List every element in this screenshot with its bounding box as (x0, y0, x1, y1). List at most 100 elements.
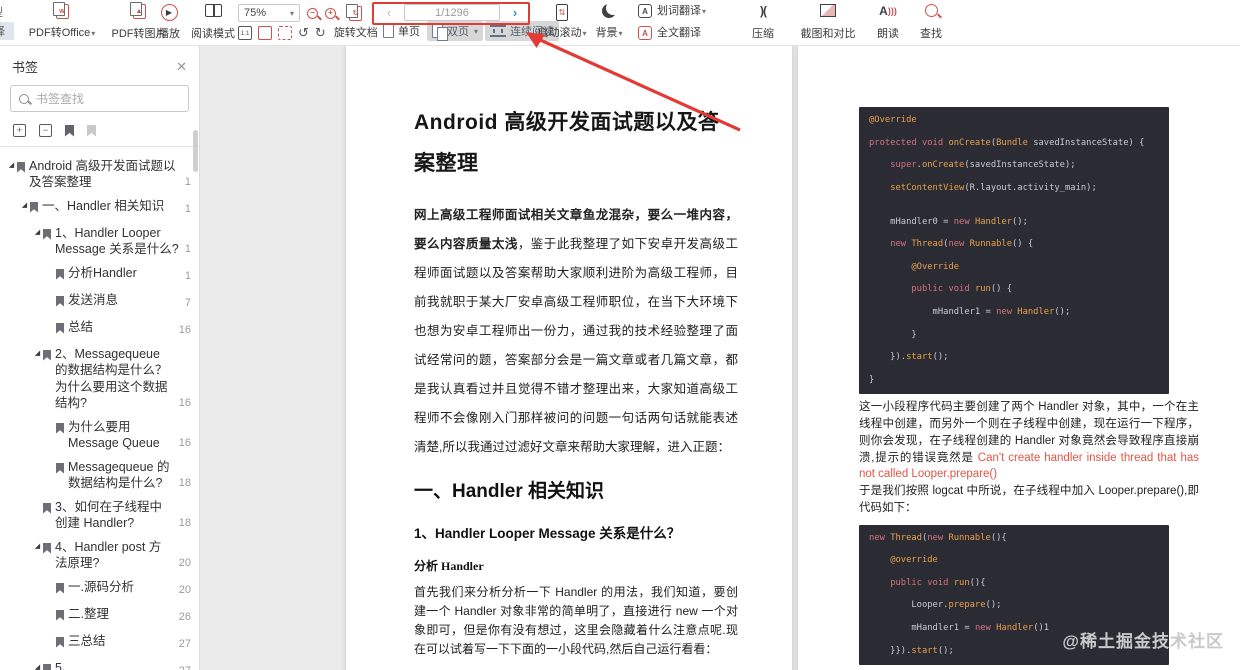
chevron-down-icon: ▾ (289, 8, 294, 18)
rotate-ccw-icon[interactable]: ↺ (298, 26, 309, 40)
collapse-all-icon[interactable]: − (39, 124, 52, 137)
chevron-down-icon: ▾ (91, 29, 96, 38)
play-button[interactable]: ▶ 播放 (150, 0, 188, 44)
tree-expand-icon[interactable]: ◢ (32, 346, 43, 361)
bookmark-page-number: 26 (178, 611, 191, 623)
bookmark-tree-item[interactable]: 总结 16 (0, 315, 197, 342)
word-translate-icon: A (638, 4, 652, 18)
auto-scroll-icon: ⇅ (556, 4, 568, 21)
doc-heading-1: 一、Handler 相关知识 (414, 481, 605, 502)
bookmark-label: 为什么要用Message Queue (68, 419, 160, 451)
close-icon[interactable]: ✕ (176, 59, 187, 75)
bookmark-tree-item[interactable]: 发送消息 7 (0, 288, 197, 315)
bookmarks-panel-title: 书签 (12, 60, 39, 75)
tree-expand-icon[interactable]: ◢ (6, 158, 17, 173)
find-button[interactable]: 查找 (912, 0, 950, 44)
moon-icon (602, 4, 616, 18)
code-line: public void run(){ (890, 577, 986, 588)
zoom-in-icon[interactable]: + (325, 7, 336, 19)
code-line: } (869, 329, 917, 340)
prev-page-button[interactable]: ‹ (382, 5, 396, 20)
read-mode-icon (204, 4, 222, 17)
actual-size-icon[interactable]: 1:1 (238, 26, 252, 40)
rotate-cw-icon[interactable]: ↻ (315, 26, 326, 40)
rotate-doc-icon[interactable]: ↻ (346, 3, 362, 21)
code-line: @Override (869, 115, 917, 125)
word-translate-button[interactable]: A 划词翻译▾ (638, 4, 706, 18)
background-button[interactable]: 背景▾ (586, 0, 632, 44)
bookmark-page-number: 16 (178, 324, 191, 336)
toolbar-clipped-group: 型 择 (0, 0, 14, 44)
chevron-down-icon: ▾ (618, 29, 623, 38)
double-page-toggle[interactable]: 双页 ▾ (427, 21, 484, 41)
bookmark-label: 三总结 (68, 633, 106, 648)
bookmark-page-number: 1 (184, 243, 191, 255)
bookmark-tree-item[interactable]: 分析Handler 1 (0, 261, 197, 288)
code-line: new Thread(new Runnable() { (890, 239, 1034, 250)
crop-icon[interactable] (258, 26, 272, 40)
add-bookmark-icon[interactable] (65, 124, 74, 137)
clipped-label-bottom[interactable]: 择 (0, 22, 14, 40)
tree-expand-icon[interactable]: ◢ (32, 660, 43, 670)
bookmark-tree-item[interactable]: ◢ Android 高级开发面试题以及答案整理 1 (0, 154, 197, 194)
bookmark-tools: + − (0, 112, 199, 147)
code-line: super.onCreate(savedInstanceState); (890, 160, 1076, 171)
bookmark-label: 3、如何在子线程中创建 Handler? (55, 499, 162, 531)
compress-button[interactable]: )( 压缩 (742, 0, 784, 44)
doc-title: Android 高级开发面试题以及答案整理 (414, 111, 720, 175)
bookmark-tree-item[interactable]: 二.整理 26 (0, 602, 197, 629)
text-segment: ，鉴于此我整理了如下安卓开发高级工程师面试题以及答案帮助大家顺利进阶为高级工程师… (414, 237, 738, 454)
translate-group: A 划词翻译▾ A 全文翻译 (638, 0, 734, 44)
expand-all-icon[interactable]: + (13, 124, 26, 137)
bookmark-tree-item[interactable]: 为什么要用Message Queue 16 (0, 415, 197, 455)
bookmark-page-number: 18 (178, 477, 191, 489)
bookmark-page-number: 16 (178, 437, 191, 449)
bookmark-label: 分析Handler (68, 265, 137, 280)
bookmark-search-input[interactable]: 书签查找 (10, 85, 189, 112)
bookmark-tree-item[interactable]: ◢ 2、Messagequeue 的数据结构是什么？为什么要用这个数据结构? 16 (0, 342, 197, 415)
tree-expand-icon[interactable]: ◢ (32, 225, 43, 240)
chevron-down-icon: ▾ (702, 6, 707, 16)
bookmark-tree-item[interactable]: 一.源码分析 20 (0, 575, 197, 602)
pdf-page-right[interactable]: @Override protected void onCreate(Bundle… (798, 46, 1240, 670)
bookmark-tree-item[interactable]: ◢ 5、 27 (0, 656, 197, 670)
screenshot-compare-button[interactable]: 截图和对比 (790, 0, 866, 44)
bookmark-tree-item[interactable]: ◢ 一、Handler 相关知识 1 (0, 194, 197, 221)
bookmark-tree-item[interactable]: 3、如何在子线程中创建 Handler? 18 (0, 495, 197, 535)
bookmark-page-number: 16 (178, 397, 191, 409)
tree-expand-icon[interactable]: ◢ (32, 539, 43, 554)
auto-scroll-button[interactable]: ⇅ 启动滚动▾ (530, 0, 594, 44)
pdf-to-office-button[interactable]: w PDF转Office▾ (22, 0, 102, 44)
document-canvas: Android 高级开发面试题以及答案整理 网上高级工程师面试相关文章鱼龙混杂，… (200, 46, 1240, 670)
bookmark-label: Messagequeue 的数据结构是什么? (68, 459, 170, 491)
bookmark-icon (56, 294, 64, 312)
bookmark-icon (17, 160, 25, 178)
zoom-out-icon[interactable]: − (307, 7, 318, 19)
zoom-level-select[interactable]: 75% ▾ (238, 4, 300, 22)
page-number-input[interactable]: 1/1296 (404, 4, 500, 21)
bookmark-tree-item[interactable]: Messagequeue 的数据结构是什么? 18 (0, 455, 197, 495)
bookmark-label: 4、Handler post 方法原理? (55, 539, 162, 571)
bookmark-tree-item[interactable]: 三总结 27 (0, 629, 197, 656)
rotate-doc-label[interactable]: 旋转文档 (334, 27, 378, 39)
bookmark-tree-item[interactable]: ◢ 1、Handler Looper Message 关系是什么? 1 (0, 221, 197, 261)
bookmark-tree-item[interactable]: ◢ 4、Handler post 方法原理? 20 (0, 535, 197, 575)
bookmark-icon (43, 501, 51, 519)
sidebar-scrollbar[interactable] (193, 130, 198, 172)
full-translate-button[interactable]: A 全文翻译 (638, 26, 701, 40)
pdf-page-left[interactable]: Android 高级开发面试题以及答案整理 网上高级工程师面试相关文章鱼龙混杂，… (346, 46, 792, 670)
read-aloud-button[interactable]: A))) 朗读 (868, 0, 908, 44)
bookmark-page-number: 20 (178, 584, 191, 596)
tree-expand-icon[interactable]: ◢ (19, 198, 30, 213)
bookmark-page-number: 20 (178, 557, 191, 569)
code-line: @Override (911, 261, 960, 272)
read-mode-button[interactable]: 阅读模式 (186, 0, 240, 44)
single-page-toggle[interactable]: 单页 (378, 21, 425, 41)
bookmark-page-number: 1 (184, 270, 191, 282)
crop-area-icon[interactable] (278, 26, 292, 40)
next-page-button[interactable]: › (508, 5, 522, 20)
